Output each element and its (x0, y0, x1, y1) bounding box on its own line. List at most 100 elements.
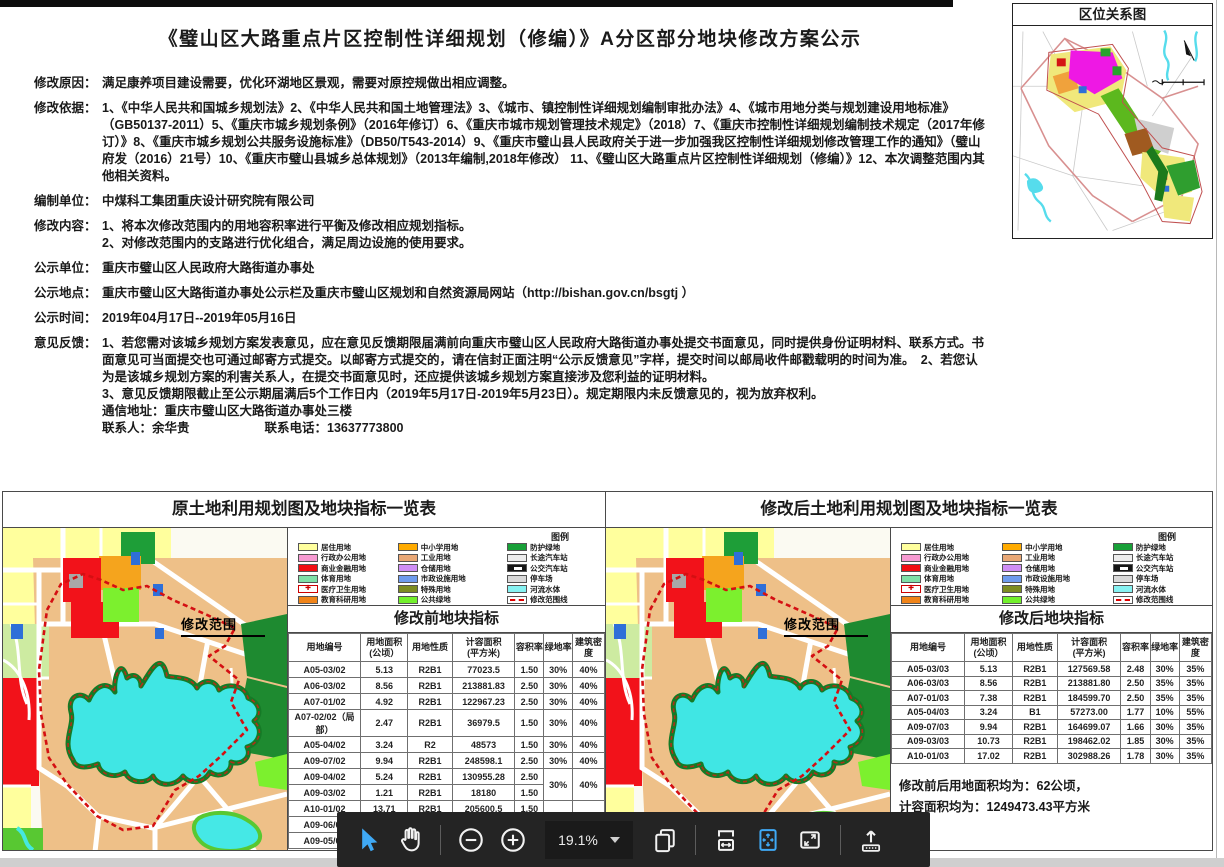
color-swatch (398, 564, 418, 572)
doc-field: 修改依据：1、《中华人民共和国城乡规划法》2、《中华人民共和国土地管理法》3、《… (34, 100, 986, 185)
zoom-level-value: 19.1% (558, 832, 598, 848)
legend-item: 体育用地 (901, 574, 1000, 585)
table-row: A09-03/0310.73R2B1198462.021.8530%35% (892, 734, 1212, 749)
color-swatch (1113, 554, 1133, 562)
post-table-title: 修改后地块指标 (891, 606, 1212, 633)
legend-item: 医疗卫生用地 (901, 584, 1000, 595)
legend-item: 市政设施用地 (398, 574, 505, 585)
toolbar-divider (695, 825, 696, 855)
color-swatch (398, 554, 418, 562)
legend-item: 公交汽车站 (1113, 563, 1210, 574)
legend-item: 教育科研用地 (298, 595, 396, 606)
column-header: 建筑密度 (573, 634, 605, 662)
location-map (1013, 26, 1212, 238)
copy-button[interactable] (646, 819, 684, 861)
toolbar-divider (440, 825, 441, 855)
doc-field: 意见反馈：1、若您需对该城乡规划方案发表意见，应在意见反馈期限届满前向重庆市璧山… (34, 335, 986, 437)
notice-header: 《璧山区大路重点片区控制性详细规划（修编）》A分区部分地块修改方案公示 修改原因… (34, 12, 986, 445)
color-swatch (507, 554, 527, 562)
doc-field: 编制单位：中煤科工集团重庆设计研究院有限公司 (34, 193, 986, 210)
doc-field: 公示单位：重庆市璧山区人民政府大路街道办事处 (34, 260, 986, 277)
color-swatch (398, 543, 418, 551)
document-viewer-screen: 《璧山区大路重点片区控制性详细规划（修编）》A分区部分地块修改方案公示 修改原因… (0, 0, 1224, 867)
legend-item: 长途汽车站 (1113, 553, 1210, 564)
zoom-level-dropdown[interactable]: 19.1% (545, 821, 633, 859)
color-swatch (1002, 543, 1022, 551)
legend-item: 特殊用地 (1002, 584, 1111, 595)
color-swatch (298, 596, 318, 604)
post-plan-panel: 修改后土地利用规划图及地块指标一览表 (605, 491, 1213, 851)
post-plan-map: 修改范围 (606, 528, 891, 850)
color-swatch (901, 543, 921, 551)
legend-item: 仓储用地 (398, 563, 505, 574)
scrollbar[interactable] (1216, 0, 1217, 867)
color-swatch (298, 575, 318, 583)
post-indicators-table: 用地编号用地面积 (公顷）用地性质计容面积 (平方米)容积率绿地率建筑密度 A0… (891, 633, 1212, 764)
bus-swatch (507, 564, 527, 572)
post-panel-title: 修改后土地利用规划图及地块指标一览表 (606, 492, 1212, 528)
color-swatch (1002, 575, 1022, 583)
color-swatch (1113, 543, 1133, 551)
color-swatch (1113, 575, 1133, 583)
legend-title: 图例 (1158, 530, 1176, 543)
upload-button[interactable] (852, 819, 890, 861)
location-map-title: 区位关系图 (1013, 4, 1212, 26)
top-edge-strip (0, 0, 953, 7)
column-header: 用地面积 (公顷） (965, 634, 1013, 662)
zoom-out-button[interactable] (452, 819, 490, 861)
color-swatch (298, 554, 318, 562)
table-row: A06-03/038.56R2B1213881.802.5035%35% (892, 676, 1212, 691)
pre-panel-title: 原土地利用规划图及地块指标一览表 (3, 492, 605, 528)
modification-range-label: 修改范围 (181, 614, 265, 637)
legend-item: 公共绿地 (398, 595, 505, 606)
page-title: 《璧山区大路重点片区控制性详细规划（修编）》A分区部分地块修改方案公示 (34, 24, 986, 51)
color-swatch (901, 575, 921, 583)
column-header: 用地性质 (1012, 634, 1057, 662)
toolbar-divider (840, 825, 841, 855)
legend-title: 图例 (551, 530, 569, 543)
zoom-in-icon (499, 826, 527, 854)
pre-plan-panel: 原土地利用规划图及地块指标一览表 (2, 491, 606, 851)
color-swatch (1002, 585, 1022, 593)
column-header: 绿地率 (1150, 634, 1179, 662)
fit-width-icon (712, 826, 740, 854)
fit-page-icon (754, 826, 782, 854)
legend-item: 市政设施用地 (1002, 574, 1111, 585)
legend-item: 防护绿地 (1113, 542, 1210, 553)
hand-icon (396, 826, 424, 854)
legend-item: 商业金融用地 (901, 563, 1000, 574)
table-row: A05-03/035.13R2B1127569.582.4830%35% (892, 662, 1212, 677)
color-swatch (398, 575, 418, 583)
column-header: 建筑密度 (1179, 634, 1211, 662)
legend-item: 防护绿地 (507, 542, 603, 553)
cursor-icon (354, 826, 382, 854)
color-swatch (1113, 585, 1133, 593)
table-row: A10-01/0317.02R2B1302988.261.7830%35% (892, 749, 1212, 764)
doc-field: 修改原因：满足康养项目建设需要，优化环湖地区景观，需要对原控规做出相应调整。 (34, 75, 986, 92)
zoom-in-button[interactable] (494, 819, 532, 861)
color-swatch (507, 575, 527, 583)
column-header: 容积率 (515, 634, 544, 662)
cross-swatch (901, 585, 921, 593)
fullscreen-button[interactable] (791, 819, 829, 861)
doc-field: 公示时间：2019年04月17日--2019年05月16日 (34, 310, 986, 327)
modification-range-label: 修改范围 (784, 614, 868, 637)
location-map-panel: 区位关系图 (1012, 3, 1213, 239)
chevron-down-icon (610, 837, 620, 843)
color-swatch (298, 543, 318, 551)
doc-field: 修改内容：1、将本次修改范围内的用地容积率进行平衡及修改相应规划指标。 2、对修… (34, 218, 986, 252)
cross-swatch (298, 585, 318, 593)
legend-item: 修改范围线 (1113, 595, 1210, 606)
legend-item: 河流水体 (1113, 584, 1210, 595)
pan-tool-button[interactable] (391, 819, 429, 861)
legend-item: 教育科研用地 (901, 595, 1000, 606)
fit-page-button[interactable] (749, 819, 787, 861)
legend-item: 医疗卫生用地 (298, 584, 396, 595)
land-use-map (3, 528, 287, 850)
legend-item: 行政办公用地 (901, 553, 1000, 564)
fit-width-button[interactable] (707, 819, 745, 861)
legend-item: 长途汽车站 (507, 553, 603, 564)
select-tool-button[interactable] (349, 819, 387, 861)
column-header: 绿地率 (544, 634, 573, 662)
table-row: A05-03/025.13R2B177023.51.5030%40% (289, 662, 605, 678)
